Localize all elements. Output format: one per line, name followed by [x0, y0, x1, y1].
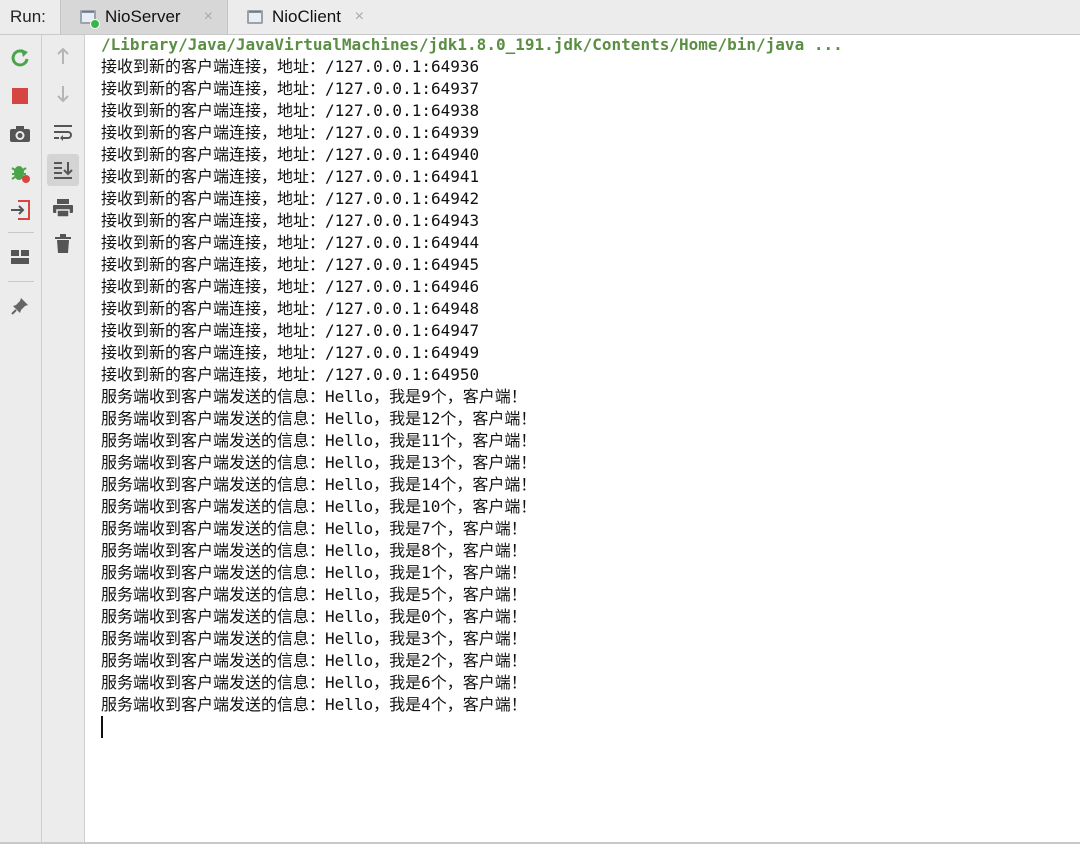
console-line: 接收到新的客户端连接，地址：/127.0.0.1:64946 — [101, 277, 480, 296]
console-line: 服务端收到客户端发送的信息：Hello，我是5个，客户端！ — [101, 585, 527, 604]
console-line: 服务端收到客户端发送的信息：Hello，我是2个，客户端！ — [101, 651, 527, 670]
console-line: 服务端收到客户端发送的信息：Hello，我是4个，客户端！ — [101, 695, 527, 714]
console-line: 接收到新的客户端连接，地址：/127.0.0.1:64939 — [101, 123, 480, 142]
console-line: 服务端收到客户端发送的信息：Hello，我是7个，客户端！ — [101, 519, 527, 538]
console-line: 服务端收到客户端发送的信息：Hello，我是9个，客户端！ — [101, 387, 527, 406]
console-line: 接收到新的客户端连接，地址：/127.0.0.1:64950 — [101, 365, 480, 384]
run-toolbar-primary — [0, 35, 42, 844]
camera-icon[interactable] — [6, 120, 34, 148]
soft-wrap-icon[interactable] — [49, 118, 77, 146]
tab-label: NioServer — [105, 7, 181, 26]
stop-icon[interactable] — [6, 82, 34, 110]
trash-icon[interactable] — [49, 230, 77, 258]
text-cursor — [101, 716, 103, 738]
run-tab-bar: Run: NioServer × NioClient × — [0, 0, 1080, 35]
console-line: 接收到新的客户端连接，地址：/127.0.0.1:64938 — [101, 101, 480, 120]
console-icon — [79, 8, 100, 29]
run-toolbar-secondary — [42, 35, 85, 844]
tab-nioclient[interactable]: NioClient × — [228, 0, 378, 34]
running-status-dot — [90, 19, 100, 29]
console-line: 服务端收到客户端发送的信息：Hello，我是12个，客户端！ — [101, 409, 537, 428]
java-command-line[interactable]: /Library/Java/JavaVirtualMachines/jdk1.8… — [101, 34, 1071, 56]
rerun-icon[interactable] — [6, 44, 34, 72]
console-line: 接收到新的客户端连接，地址：/127.0.0.1:64936 — [101, 57, 480, 76]
console-line: 接收到新的客户端连接，地址：/127.0.0.1:64948 — [101, 299, 480, 318]
console-line: 接收到新的客户端连接，地址：/127.0.0.1:64937 — [101, 79, 480, 98]
run-label: Run: — [10, 7, 46, 26]
console-line: 服务端收到客户端发送的信息：Hello，我是8个，客户端！ — [101, 541, 527, 560]
console-output[interactable]: /Library/Java/JavaVirtualMachines/jdk1.8… — [101, 34, 1071, 738]
tab-nioserver[interactable]: NioServer × — [60, 0, 228, 34]
console-icon — [246, 8, 264, 26]
close-icon[interactable]: × — [355, 8, 364, 26]
pin-icon[interactable] — [6, 292, 34, 320]
toolbar-separator — [8, 281, 34, 282]
console-line: 服务端收到客户端发送的信息：Hello，我是6个，客户端！ — [101, 673, 527, 692]
console-line: 服务端收到客户端发送的信息：Hello，我是10个，客户端！ — [101, 497, 537, 516]
console-line: 接收到新的客户端连接，地址：/127.0.0.1:64945 — [101, 255, 480, 274]
console-line: 服务端收到客户端发送的信息：Hello，我是0个，客户端！ — [101, 607, 527, 626]
toolbar-separator — [8, 232, 34, 233]
arrow-up-icon[interactable] — [49, 42, 77, 70]
print-icon[interactable] — [49, 194, 77, 222]
console-line: 服务端收到客户端发送的信息：Hello，我是14个，客户端！ — [101, 475, 537, 494]
console-line: 接收到新的客户端连接，地址：/127.0.0.1:64941 — [101, 167, 480, 186]
console-line: 服务端收到客户端发送的信息：Hello，我是13个，客户端！ — [101, 453, 537, 472]
tab-label: NioClient — [272, 7, 341, 26]
exit-icon[interactable] — [6, 196, 34, 224]
console-line: 服务端收到客户端发送的信息：Hello，我是11个，客户端！ — [101, 431, 537, 450]
scroll-to-end-icon[interactable] — [47, 154, 79, 186]
debug-icon[interactable] — [6, 158, 34, 186]
arrow-down-icon[interactable] — [49, 80, 77, 108]
console-line: 接收到新的客户端连接，地址：/127.0.0.1:64947 — [101, 321, 480, 340]
console-line: 接收到新的客户端连接，地址：/127.0.0.1:64944 — [101, 233, 480, 252]
console-line: 服务端收到客户端发送的信息：Hello，我是3个，客户端！ — [101, 629, 527, 648]
console-line: 服务端收到客户端发送的信息：Hello，我是1个，客户端！ — [101, 563, 527, 582]
console-line: 接收到新的客户端连接，地址：/127.0.0.1:64943 — [101, 211, 480, 230]
console-line: 接收到新的客户端连接，地址：/127.0.0.1:64949 — [101, 343, 480, 362]
console-line: 接收到新的客户端连接，地址：/127.0.0.1:64942 — [101, 189, 480, 208]
close-icon[interactable]: × — [204, 8, 213, 26]
console-line: 接收到新的客户端连接，地址：/127.0.0.1:64940 — [101, 145, 480, 164]
layout-icon[interactable] — [6, 243, 34, 271]
